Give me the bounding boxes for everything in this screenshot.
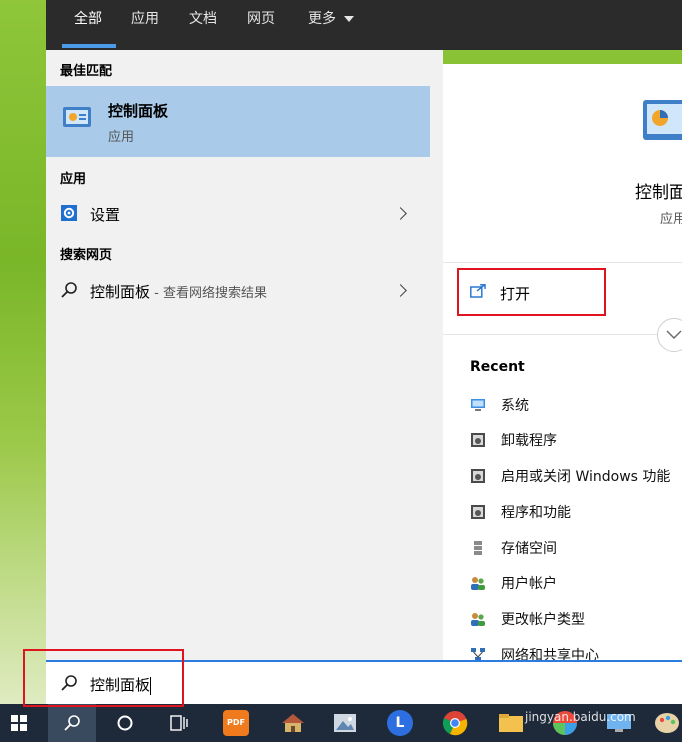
recent-item-label: 卸载程序 [501,433,557,449]
recent-item-label: 程序和功能 [501,505,571,521]
chevron-right-icon [394,207,407,220]
best-match-subtitle: 应用 [108,130,135,145]
taskbar-app-l[interactable]: L [381,704,419,742]
tab-web[interactable]: 网页 [247,0,275,50]
details-app-subtitle: 应用 [660,212,682,227]
annotation-box-search [23,649,184,707]
tab-more[interactable]: 更多 [308,0,355,50]
web-result-suffix: - 查看网络搜索结果 [150,286,267,301]
storage-icon [474,541,482,555]
web-search-result[interactable]: 控制面板 - 查看网络搜索结果 [46,275,430,305]
chevron-down-icon [666,330,682,339]
task-view-button[interactable] [160,704,198,742]
divider [443,262,682,263]
settings-icon [61,205,77,221]
recent-item-label: 更改帐户类型 [501,612,585,628]
divider [443,334,682,335]
best-match-title: 控制面板 [108,102,169,120]
recent-header: Recent [470,359,525,375]
system-icon [471,399,485,411]
recent-item-label: 用户帐户 [501,576,557,592]
users-icon [471,613,485,626]
task-view-icon [170,715,188,731]
annotation-box-open [457,268,606,316]
watermark-logo: Bai 经验 [525,676,629,704]
search-icon [64,715,80,731]
search-tab-bar: 全部 应用 文档 网页 更多 [46,0,682,50]
start-button[interactable] [0,704,38,742]
watermark-site: jingyan.baidu.com [525,710,636,724]
watermark-brand: Bai [525,676,571,704]
tab-documents[interactable]: 文档 [189,0,217,50]
taskbar-app-house[interactable] [274,704,312,742]
taskbar-app-pdf[interactable]: PDF [218,704,256,742]
taskbar-search-button[interactable] [48,704,96,742]
taskbar-app-chrome[interactable] [436,704,474,742]
programs-icon [471,469,485,483]
control-panel-icon [63,107,91,127]
chevron-right-icon [394,284,407,297]
chevron-down-icon [344,16,355,22]
chrome-icon [442,711,468,736]
web-search-header: 搜索网页 [60,248,113,263]
web-result-title: 控制面板 [90,283,151,301]
pdf-app-icon: PDF [223,710,249,736]
recent-item-label: 启用或关闭 Windows 功能 [501,469,671,485]
best-match-header: 最佳匹配 [60,64,113,79]
palette-icon [655,713,679,733]
tab-all[interactable]: 全部 [74,0,102,50]
recent-item-label: 存储空间 [501,541,557,557]
taskbar-app-photos[interactable] [326,704,364,742]
house-icon [282,714,304,732]
active-tab-indicator [62,44,116,48]
watermark-brand-cn: 经验 [594,683,629,702]
web-result-text: 控制面板 - 查看网络搜索结果 [90,281,267,302]
windows-icon [11,715,27,731]
programs-icon [471,505,485,519]
apps-header: 应用 [60,172,87,187]
pane-gutter [430,50,443,660]
details-app-title: 控制面 [635,183,682,203]
tab-apps[interactable]: 应用 [131,0,159,50]
control-panel-large-icon [643,100,682,140]
cortana-icon [117,715,133,731]
image-viewer-icon [334,714,356,732]
cortana-button[interactable] [106,704,144,742]
folder-icon [499,714,523,732]
search-icon [61,282,77,298]
paw-icon [574,681,593,699]
settings-result[interactable]: 设置 [46,198,430,228]
taskbar-app-paint[interactable] [648,704,682,742]
recent-item-label: 系统 [501,398,529,414]
tab-more-label: 更多 [308,11,336,27]
users-icon [471,577,485,590]
best-match-item[interactable]: 控制面板 应用 [46,86,430,157]
l-app-icon: L [387,710,413,736]
settings-label: 设置 [90,206,121,224]
programs-icon [471,433,485,447]
